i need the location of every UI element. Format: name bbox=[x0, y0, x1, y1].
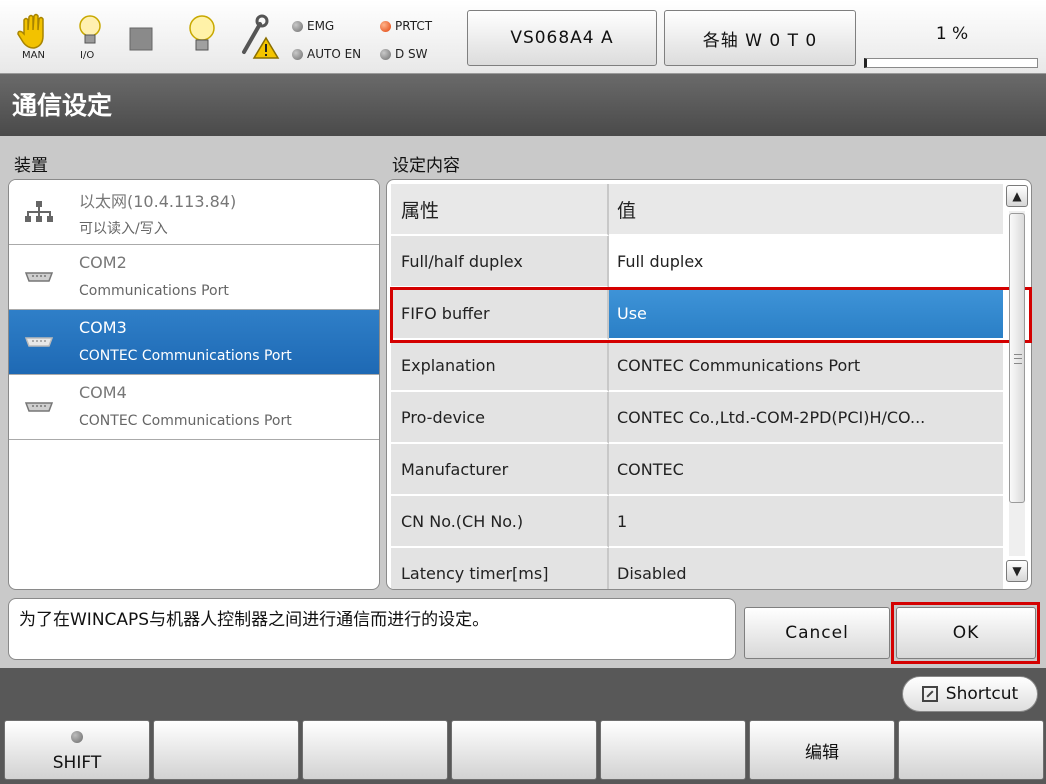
auto-en-indicator: AUTO EN bbox=[292, 47, 361, 61]
shortcut-button[interactable]: Shortcut bbox=[902, 676, 1038, 712]
settings-panel-label: 设定内容 bbox=[392, 156, 460, 176]
scroll-track[interactable] bbox=[1009, 211, 1025, 556]
serial-port-icon bbox=[24, 337, 54, 347]
io-label: I/O bbox=[80, 50, 95, 61]
table-row[interactable]: Explanation CONTEC Communications Port bbox=[391, 340, 1003, 392]
device-item-ethernet[interactable]: 以太网(10.4.113.84) 可以读入/写入 bbox=[9, 180, 379, 245]
shift-led-icon bbox=[71, 731, 83, 743]
property-column-header: 属性 bbox=[391, 184, 609, 236]
device-item-com4[interactable]: COM4 CONTEC Communications Port bbox=[9, 375, 379, 440]
value-column-header: 值 bbox=[609, 184, 1003, 236]
function-key-shift[interactable]: SHIFT bbox=[4, 720, 150, 780]
function-key-2[interactable] bbox=[153, 720, 299, 780]
row-property: Latency timer[ms] bbox=[391, 548, 609, 589]
d-sw-indicator: D SW bbox=[380, 47, 428, 61]
table-row-selected[interactable]: FIFO buffer Use bbox=[391, 288, 1003, 340]
device-panel-label: 装置 bbox=[14, 156, 48, 176]
auto-en-led-icon bbox=[292, 48, 303, 60]
device-list: 以太网(10.4.113.84) 可以读入/写入 COM2 Communicat… bbox=[8, 179, 380, 590]
axes-button[interactable]: 各轴 W 0 T 0 bbox=[664, 10, 856, 66]
row-property: FIFO buffer bbox=[391, 288, 609, 340]
speed-bar bbox=[864, 58, 1038, 68]
robot-model-button[interactable]: VS068A4 A bbox=[467, 10, 657, 66]
light-bulb-icon[interactable] bbox=[182, 12, 222, 62]
row-property: Explanation bbox=[391, 340, 609, 392]
row-property: Pro-device bbox=[391, 392, 609, 444]
ok-button[interactable]: OK bbox=[896, 607, 1036, 659]
scroll-up-button[interactable]: ▲ bbox=[1006, 185, 1028, 207]
row-value[interactable]: Use bbox=[609, 288, 1003, 340]
row-property: CN No.(CH No.) bbox=[391, 496, 609, 548]
prtct-led-icon bbox=[380, 20, 391, 32]
device-title: COM3 bbox=[79, 318, 127, 337]
row-value: CONTEC bbox=[609, 444, 1003, 496]
function-key-7[interactable] bbox=[898, 720, 1044, 780]
network-icon bbox=[25, 201, 53, 222]
page-title: 通信设定 bbox=[0, 74, 1046, 136]
row-property: Manufacturer bbox=[391, 444, 609, 496]
row-value[interactable]: Full duplex bbox=[609, 236, 1003, 288]
io-bulb-icon[interactable]: I/O bbox=[70, 12, 110, 62]
table-header: 属性 值 bbox=[391, 184, 1003, 236]
function-key-edit[interactable]: 编辑 bbox=[749, 720, 895, 780]
row-property: Full/half duplex bbox=[391, 236, 609, 288]
function-key-3[interactable] bbox=[302, 720, 448, 780]
device-title: 以太网(10.4.113.84) bbox=[79, 192, 237, 211]
emg-indicator: EMG bbox=[292, 19, 334, 33]
shortcut-icon bbox=[921, 686, 938, 702]
row-value: CONTEC Communications Port bbox=[609, 340, 1003, 392]
scroll-grip-icon bbox=[1014, 354, 1022, 364]
serial-port-icon bbox=[24, 272, 54, 282]
shortcut-label: Shortcut bbox=[945, 684, 1019, 704]
d-sw-led-icon bbox=[380, 48, 391, 60]
device-subtitle: 可以读入/写入 bbox=[79, 221, 168, 237]
device-item-com3[interactable]: COM3 CONTEC Communications Port bbox=[9, 310, 379, 375]
table-row[interactable]: Pro-device CONTEC Co.,Ltd.-COM-2PD(PCI)H… bbox=[391, 392, 1003, 444]
row-value: 1 bbox=[609, 496, 1003, 548]
function-key-5[interactable] bbox=[600, 720, 746, 780]
man-label: MAN bbox=[22, 50, 45, 61]
row-value: Disabled bbox=[609, 548, 1003, 589]
speed-indicator[interactable]: 1 % bbox=[862, 10, 1042, 68]
row-value: CONTEC Co.,Ltd.-COM-2PD(PCI)H/CO... bbox=[609, 392, 1003, 444]
speed-percent: 1 % bbox=[935, 24, 969, 44]
manual-mode-hand-icon[interactable]: MAN bbox=[14, 12, 54, 62]
device-item-com2[interactable]: COM2 Communications Port bbox=[9, 245, 379, 310]
scroll-down-button[interactable]: ▼ bbox=[1006, 560, 1028, 582]
device-subtitle: Communications Port bbox=[79, 283, 229, 299]
table-row[interactable]: CN No.(CH No.) 1 bbox=[391, 496, 1003, 548]
function-key-4[interactable] bbox=[451, 720, 597, 780]
device-title: COM4 bbox=[79, 383, 127, 402]
prtct-indicator: PRTCT bbox=[380, 19, 432, 33]
stop-square-icon[interactable] bbox=[128, 26, 154, 52]
device-subtitle: CONTEC Communications Port bbox=[79, 413, 292, 429]
cancel-button[interactable]: Cancel bbox=[744, 607, 890, 659]
table-row[interactable]: Full/half duplex Full duplex bbox=[391, 236, 1003, 288]
device-title: COM2 bbox=[79, 253, 127, 272]
table-row[interactable]: Manufacturer CONTEC bbox=[391, 444, 1003, 496]
maintenance-warning-icon[interactable] bbox=[238, 12, 282, 62]
status-bar: MAN I/O EMG PRTCT AUTO EN D SW VS068A4 A… bbox=[0, 0, 1046, 74]
description-box: 为了在WINCAPS与机器人控制器之间进行通信而进行的设定。 bbox=[8, 598, 736, 660]
serial-port-icon bbox=[24, 402, 54, 412]
table-row[interactable]: Latency timer[ms] Disabled bbox=[391, 548, 1003, 589]
settings-table: 属性 值 Full/half duplex Full duplex FIFO b… bbox=[386, 179, 1032, 590]
function-key-label: SHIFT bbox=[52, 753, 102, 773]
device-subtitle: CONTEC Communications Port bbox=[79, 348, 292, 364]
settings-scrollbar[interactable]: ▲ ▼ bbox=[1006, 185, 1028, 582]
scroll-thumb[interactable] bbox=[1009, 213, 1025, 503]
emg-led-icon bbox=[292, 20, 303, 32]
